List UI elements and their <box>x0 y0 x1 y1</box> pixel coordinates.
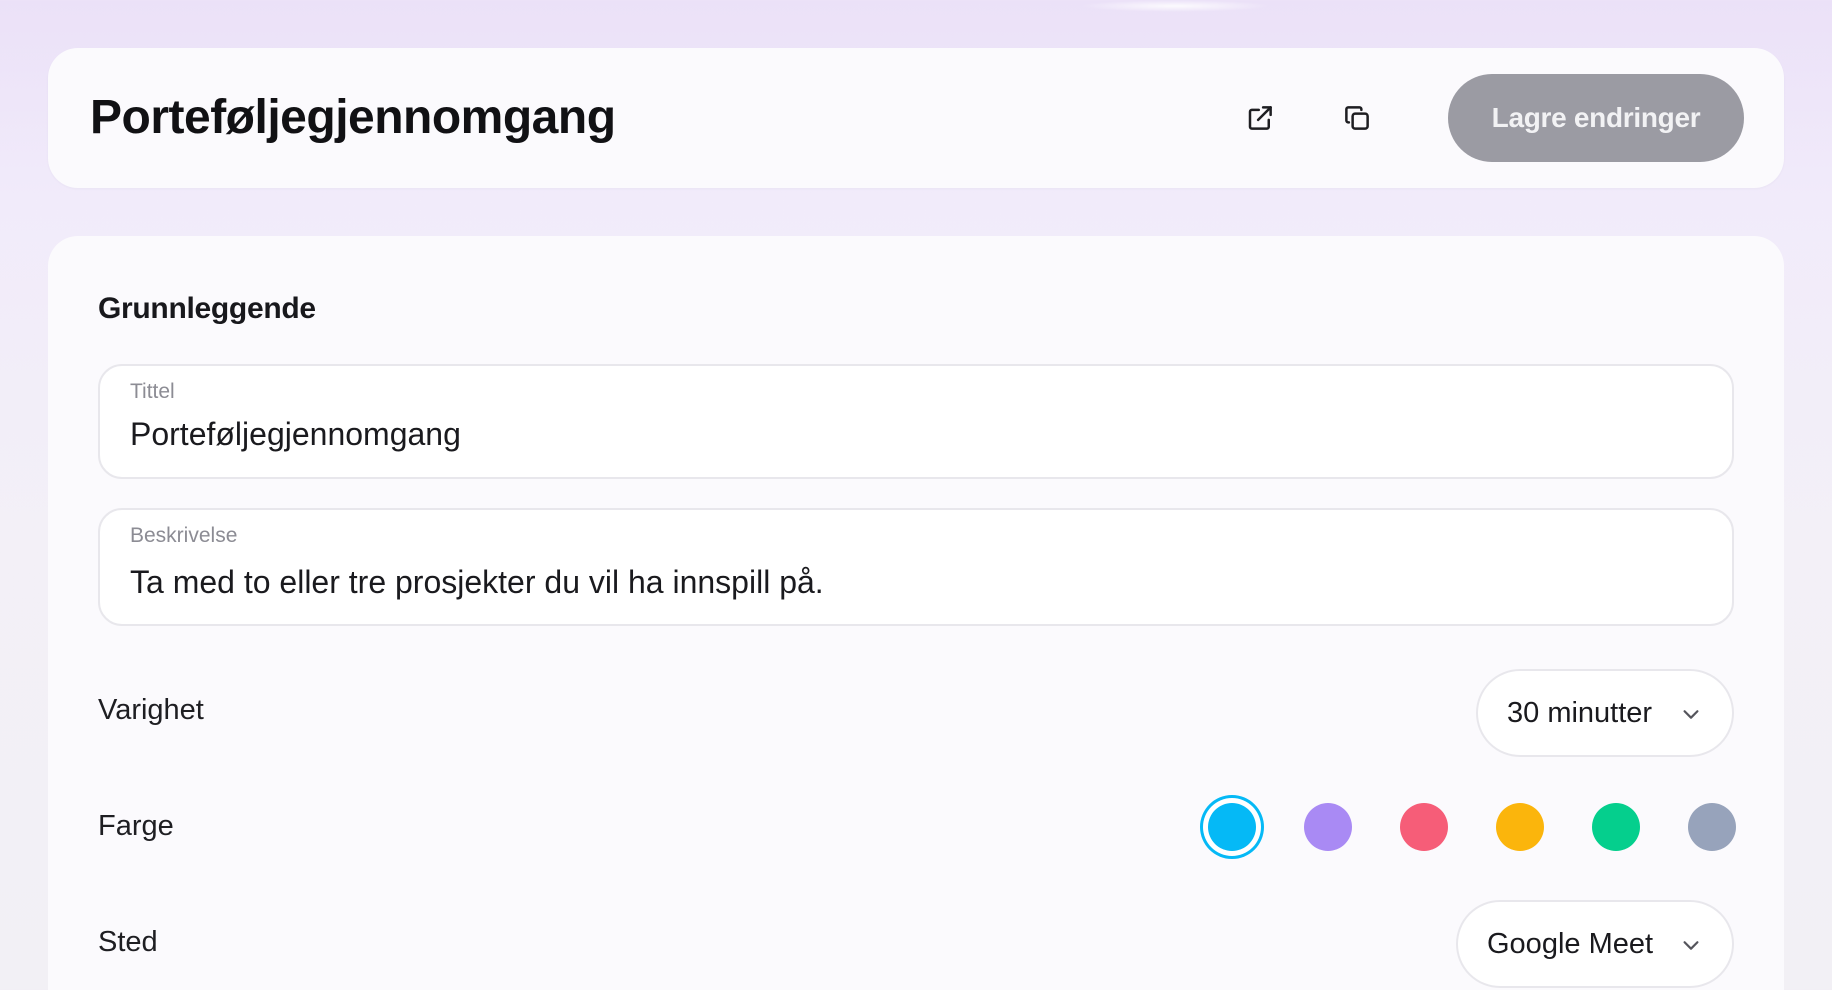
color-swatch-1[interactable] <box>1208 803 1256 851</box>
chevron-down-icon <box>1683 710 1699 719</box>
open-external-button[interactable] <box>1238 96 1282 140</box>
duplicate-button[interactable] <box>1335 96 1379 140</box>
chevron-down-icon <box>1683 941 1699 950</box>
location-label: Sted <box>98 926 158 958</box>
section-heading: Grunnleggende <box>98 292 316 325</box>
location-select[interactable]: Google Meet <box>1456 900 1734 988</box>
color-swatch-2[interactable] <box>1304 803 1352 851</box>
external-link-icon <box>1248 106 1272 130</box>
header-bar: Porteføljegjennomgang Lagre endringer <box>48 48 1784 188</box>
description-field[interactable]: Beskrivelse <box>98 508 1734 626</box>
description-field-label: Beskrivelse <box>130 524 238 547</box>
duration-value: 30 minutter <box>1507 696 1653 729</box>
description-input[interactable] <box>130 564 1690 601</box>
save-changes-button[interactable]: Lagre endringer <box>1448 74 1744 162</box>
title-field[interactable]: Tittel <box>98 364 1734 479</box>
color-swatch-6[interactable] <box>1688 803 1736 851</box>
top-glow <box>1080 0 1270 12</box>
title-field-label: Tittel <box>130 380 175 403</box>
duration-select[interactable]: 30 minutter <box>1476 669 1734 757</box>
settings-card: Grunnleggende Tittel Beskrivelse Varighe… <box>48 236 1784 990</box>
title-input[interactable] <box>130 416 1690 453</box>
color-swatch-5[interactable] <box>1592 803 1640 851</box>
duration-label: Varighet <box>98 694 204 726</box>
copy-icon <box>1345 106 1369 130</box>
page-title: Porteføljegjennomgang <box>90 91 616 144</box>
location-value: Google Meet <box>1487 927 1654 960</box>
color-swatch-4[interactable] <box>1496 803 1544 851</box>
color-swatch-3[interactable] <box>1400 803 1448 851</box>
color-label: Farge <box>98 810 174 842</box>
